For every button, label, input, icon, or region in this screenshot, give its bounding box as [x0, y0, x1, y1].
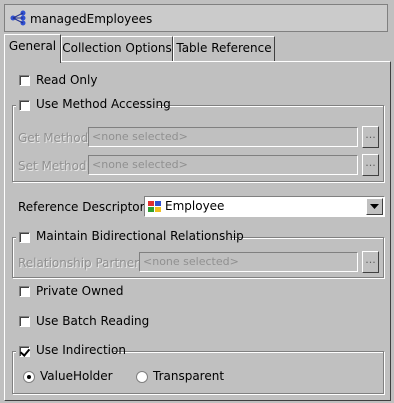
tab-general[interactable]: General	[4, 34, 61, 63]
reference-descriptor-combo[interactable]: Employee	[144, 196, 385, 217]
valueholder-label: ValueHolder	[40, 369, 113, 383]
transparent-radio[interactable]	[136, 371, 148, 383]
mapping-title: managedEmployees	[30, 12, 153, 26]
batch-reading-label: Use Batch Reading	[36, 314, 150, 328]
get-method-label: Get Method:	[18, 131, 93, 145]
set-method-label: Set Method:	[18, 159, 91, 173]
relationship-partner-browse-button[interactable]: ...	[362, 251, 379, 273]
mapping-title-bar: managedEmployees	[4, 4, 388, 32]
read-only-label: Read Only	[36, 73, 98, 87]
tab-table-reference-label: Table Reference	[176, 41, 272, 55]
use-indirection-checkbox[interactable]	[19, 346, 30, 357]
transparent-label: Transparent	[153, 369, 225, 383]
tab-collection-options[interactable]: Collection Options	[61, 36, 173, 61]
indirection-legend: Use Indirection	[16, 343, 126, 359]
get-method-field[interactable]: <none selected>	[88, 127, 358, 147]
mapping-tree-icon	[10, 10, 26, 26]
dropdown-button[interactable]	[366, 198, 383, 215]
use-method-accessing-label: Use Method Accessing	[36, 97, 171, 111]
private-owned-label: Private Owned	[36, 284, 124, 298]
set-method-field[interactable]: <none selected>	[88, 155, 358, 175]
method-accessing-legend: Use Method Accessing	[16, 97, 171, 113]
bidirectional-legend: Maintain Bidirectional Relationship	[16, 229, 244, 245]
maintain-bidirectional-label: Maintain Bidirectional Relationship	[36, 229, 244, 243]
valueholder-radio[interactable]	[23, 371, 35, 383]
batch-reading-checkbox[interactable]	[19, 316, 30, 327]
tab-collection-options-label: Collection Options	[62, 41, 172, 55]
tab-general-label: General	[8, 39, 57, 53]
set-method-browse-button[interactable]: ...	[362, 154, 379, 176]
reference-descriptor-label: Reference Descriptor:	[18, 200, 149, 214]
descriptor-icon	[148, 201, 161, 212]
use-method-accessing-checkbox[interactable]	[19, 100, 30, 111]
relationship-partner-label: Relationship Partner:	[18, 256, 143, 270]
chevron-down-icon	[370, 204, 379, 209]
maintain-bidirectional-checkbox[interactable]	[19, 232, 30, 243]
read-only-checkbox[interactable]	[19, 75, 30, 86]
tab-table-reference[interactable]: Table Reference	[173, 36, 275, 61]
use-indirection-label: Use Indirection	[36, 343, 126, 357]
reference-descriptor-value: Employee	[165, 199, 225, 213]
relationship-partner-field[interactable]: <none selected>	[139, 252, 358, 272]
private-owned-checkbox[interactable]	[19, 286, 30, 297]
get-method-browse-button[interactable]: ...	[362, 126, 379, 148]
